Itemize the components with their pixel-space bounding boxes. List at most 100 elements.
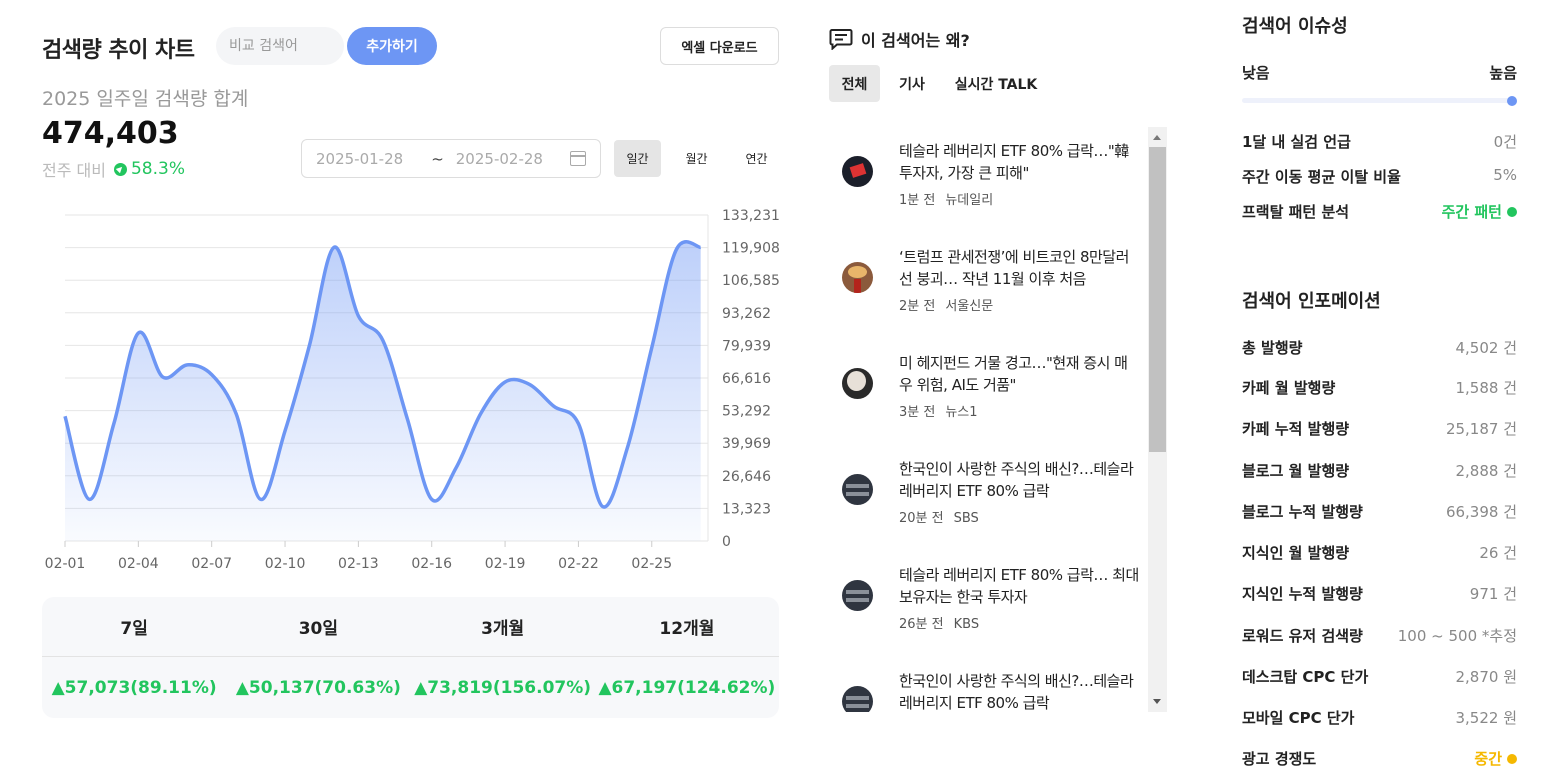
info-row-value: 2,888 건 bbox=[1455, 462, 1517, 480]
news-time: 20분 전 bbox=[899, 511, 944, 526]
news-item[interactable]: 미 헤지펀드 거물 경고…"현재 증시 매우 위험, AI도 거품" 3분 전 뉴… bbox=[829, 339, 1147, 439]
news-item[interactable]: ‘트럼프 관세전쟁’에 비트코인 8만달러선 붕괴… 작년 11월 이후 처음 … bbox=[829, 233, 1147, 333]
change-value-3m: ▲73,819(156.07%) bbox=[414, 678, 592, 698]
y-tick-label: 119,908 bbox=[722, 241, 780, 257]
chart-title: 검색량 추이 차트 bbox=[42, 38, 195, 63]
info-row-label: 총 발행량 bbox=[1242, 339, 1303, 357]
news-thumbnail bbox=[842, 686, 873, 712]
change-header-12m: 12개월 bbox=[659, 619, 715, 639]
up-arrow-icon bbox=[113, 162, 127, 176]
info-row-value: 1,588 건 bbox=[1455, 379, 1517, 397]
news-meta: 1분 전 뉴데일리 bbox=[899, 189, 993, 208]
issue-row-value: 5% bbox=[1493, 166, 1517, 184]
info-row-label: 광고 경쟁도 bbox=[1242, 750, 1317, 768]
news-source: KBS bbox=[953, 617, 980, 632]
x-tick-label: 02-01 bbox=[45, 556, 86, 572]
issue-title: 검색어 이슈성 bbox=[1242, 16, 1348, 37]
why-title-text: 이 검색어는 왜? bbox=[861, 31, 970, 50]
scroll-down-icon[interactable] bbox=[1153, 699, 1161, 704]
news-item[interactable]: 테슬라 레버리지 ETF 80% 급락…"韓 투자자, 가장 큰 피해" 1분 … bbox=[829, 127, 1147, 227]
x-tick-label: 02-19 bbox=[485, 556, 526, 572]
news-time: 1분 전 bbox=[899, 193, 936, 208]
y-tick-label: 26,646 bbox=[722, 469, 771, 485]
week-over-week: 전주 대비 58.3% bbox=[42, 157, 185, 181]
x-tick-label: 02-04 bbox=[118, 556, 159, 572]
change-header-30d: 30일 bbox=[298, 619, 339, 639]
change-value-30d: ▲50,137(70.63%) bbox=[235, 678, 401, 698]
news-item[interactable]: 한국인이 사랑한 주식의 배신?…테슬라 레버리지 ETF 80% 급락 20분… bbox=[829, 445, 1147, 545]
news-time: 3분 전 bbox=[899, 405, 936, 420]
y-tick-label: 0 bbox=[722, 534, 731, 550]
y-tick-label: 13,323 bbox=[722, 501, 771, 517]
info-row-label: 데스크탑 CPC 단가 bbox=[1242, 668, 1369, 686]
info-title: 검색어 인포메이션 bbox=[1242, 291, 1381, 312]
news-source: 뉴데일리 bbox=[945, 193, 994, 208]
change-value-12m: ▲67,197(124.62%) bbox=[598, 678, 776, 698]
calendar-icon[interactable] bbox=[570, 151, 586, 166]
period-yearly-tab[interactable]: 연간 bbox=[733, 140, 780, 177]
y-tick-label: 39,969 bbox=[722, 436, 771, 452]
info-row-label: 카페 누적 발행량 bbox=[1242, 420, 1350, 438]
date-end[interactable]: 2025-02-28 bbox=[456, 150, 543, 168]
news-title[interactable]: 미 헤지펀드 거물 경고…"현재 증시 매우 위험, AI도 거품" bbox=[899, 352, 1139, 396]
issue-row-label: 프랙탈 패턴 분석 bbox=[1242, 203, 1350, 221]
tab-realtime-talk[interactable]: 실시간 TALK bbox=[948, 65, 1044, 102]
issue-row-label: 1달 내 실검 언급 bbox=[1242, 133, 1351, 151]
news-title[interactable]: 테슬라 레버리지 ETF 80% 급락… 최대 보유자는 한국 투자자 bbox=[899, 564, 1139, 608]
why-section-title: 이 검색어는 왜? bbox=[829, 27, 970, 51]
tab-articles[interactable]: 기사 bbox=[888, 65, 936, 102]
news-thumbnail bbox=[842, 474, 873, 505]
news-title[interactable]: 한국인이 사랑한 주식의 배신?…테슬라 레버리지 ETF 80% 급락 bbox=[899, 670, 1139, 712]
y-tick-label: 53,292 bbox=[722, 404, 771, 420]
news-list[interactable]: 테슬라 레버리지 ETF 80% 급락…"韓 투자자, 가장 큰 피해" 1분 … bbox=[829, 127, 1167, 712]
info-row-value: 중간 bbox=[1474, 748, 1517, 769]
info-row-label: 지식인 누적 발행량 bbox=[1242, 585, 1363, 603]
date-range-picker[interactable]: 2025-01-28 ~ 2025-02-28 bbox=[301, 139, 601, 178]
compare-keyword-input[interactable] bbox=[216, 27, 344, 65]
news-scrollbar[interactable] bbox=[1148, 127, 1167, 712]
change-table-header: 7일 30일 3개월 12개월 bbox=[42, 597, 779, 657]
change-header-3m: 3개월 bbox=[481, 619, 525, 639]
change-table: 7일 30일 3개월 12개월 ▲57,073(89.11%) ▲50,137(… bbox=[42, 597, 779, 718]
excel-download-button[interactable]: 엑셀 다운로드 bbox=[660, 27, 779, 65]
news-title[interactable]: 테슬라 레버리지 ETF 80% 급락…"韓 투자자, 가장 큰 피해" bbox=[899, 140, 1139, 184]
issue-level-marker bbox=[1507, 95, 1517, 106]
news-title[interactable]: ‘트럼프 관세전쟁’에 비트코인 8만달러선 붕괴… 작년 11월 이후 처음 bbox=[899, 246, 1139, 290]
info-row-value: 100 ~ 500 *추정 bbox=[1397, 627, 1517, 645]
change-value-7d: ▲57,073(89.11%) bbox=[51, 678, 217, 698]
news-meta: 3분 전 뉴스1 bbox=[899, 401, 978, 420]
info-row-value: 971 건 bbox=[1469, 585, 1517, 603]
issue-row-value: 0건 bbox=[1493, 133, 1517, 151]
y-tick-label: 133,231 bbox=[722, 208, 780, 224]
y-tick-label: 106,585 bbox=[722, 273, 780, 289]
issue-level-bar bbox=[1242, 95, 1517, 106]
search-volume-chart: 0 13,323 26,646 39,969 53,292 66,616 79,939 93,… bbox=[45, 208, 780, 572]
trend-panel: 검색량 추이 차트 추가하기 엑셀 다운로드 2025 일주일 검색량 합계 4… bbox=[0, 0, 800, 776]
fractal-pattern-value: 주간 패턴 bbox=[1442, 201, 1517, 222]
info-row-label: 블로그 월 발행량 bbox=[1242, 462, 1350, 480]
x-tick-label: 02-10 bbox=[265, 556, 306, 572]
x-tick-label: 02-13 bbox=[338, 556, 379, 572]
period-monthly-tab[interactable]: 월간 bbox=[673, 140, 720, 177]
news-title[interactable]: 한국인이 사랑한 주식의 배신?…테슬라 레버리지 ETF 80% 급락 bbox=[899, 458, 1139, 502]
info-row-value: 2,870 원 bbox=[1455, 668, 1517, 686]
info-row-value: 3,522 원 bbox=[1455, 709, 1517, 727]
date-start[interactable]: 2025-01-28 bbox=[316, 150, 403, 168]
info-row-value: 4,502 건 bbox=[1455, 339, 1517, 357]
news-item[interactable]: 테슬라 레버리지 ETF 80% 급락… 최대 보유자는 한국 투자자 26분 … bbox=[829, 551, 1147, 651]
period-daily-tab[interactable]: 일간 bbox=[614, 140, 661, 177]
news-thumbnail bbox=[842, 156, 873, 187]
scroll-up-icon[interactable] bbox=[1153, 135, 1161, 140]
weekly-total-label: 2025 일주일 검색량 합계 bbox=[42, 88, 249, 110]
y-tick-label: 79,939 bbox=[722, 338, 771, 354]
add-compare-button[interactable]: 추가하기 bbox=[347, 27, 437, 65]
scrollbar-thumb[interactable] bbox=[1149, 147, 1166, 452]
x-tick-label: 02-16 bbox=[411, 556, 452, 572]
news-thumbnail bbox=[842, 262, 873, 293]
tab-all[interactable]: 전체 bbox=[829, 65, 880, 102]
news-item[interactable]: 한국인이 사랑한 주식의 배신?…테슬라 레버리지 ETF 80% 급락 bbox=[829, 657, 1147, 712]
x-tick-label: 02-25 bbox=[631, 556, 672, 572]
news-meta: 26분 전 KBS bbox=[899, 613, 979, 632]
info-row-value: 26 건 bbox=[1479, 544, 1517, 562]
info-row-value: 25,187 건 bbox=[1445, 420, 1517, 438]
